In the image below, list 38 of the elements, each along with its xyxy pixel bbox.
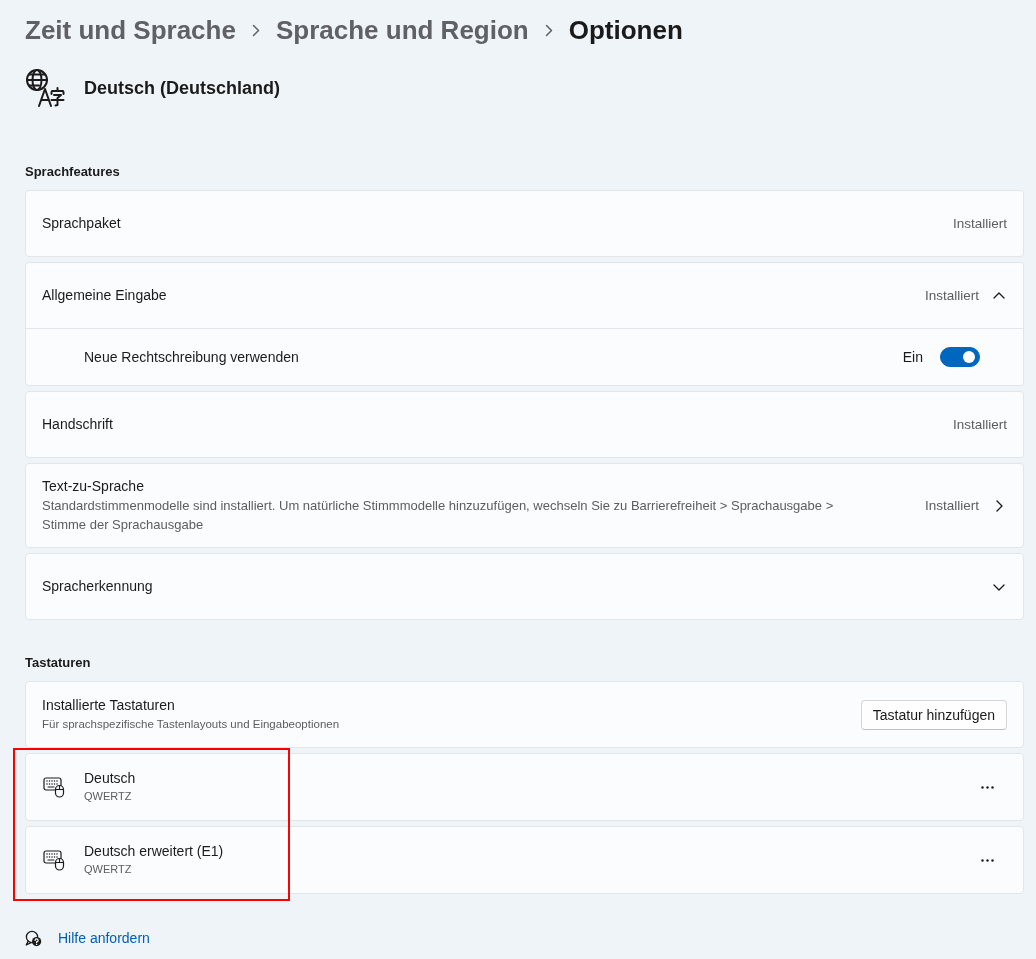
page-title: Optionen bbox=[568, 14, 683, 47]
keyboard-layout: QWERTZ bbox=[84, 789, 133, 804]
status-text: Installiert bbox=[924, 498, 979, 513]
status-text: Installiert bbox=[924, 288, 979, 303]
language-name: Deutsch (Deutschland) bbox=[84, 77, 281, 99]
setting-description: Für sprachspezifische Tastenlayouts und Eingabeoptionen bbox=[42, 717, 341, 732]
section-heading: Sprachfeatures bbox=[25, 163, 121, 181]
setting-card[interactable]: Text-zu-Sprache Standardstimmenmodelle sind installiert. Um natürliche Stimmmodelle hinzuzufügen, wechseln Sie zu Barrierefreiheit > Sprachausgabe > Stimme der Sprachausgabe Installiert bbox=[25, 463, 1024, 548]
setting-label: Handschrift bbox=[42, 415, 114, 434]
keyboard-name: Deutsch erweitert (E1) bbox=[84, 842, 225, 861]
setting-label: Installierte Tastaturen bbox=[42, 696, 176, 715]
more-icon bbox=[980, 858, 994, 862]
expander-card[interactable]: Spracherkennung bbox=[25, 553, 1024, 620]
setting-label: Sprachpaket bbox=[42, 214, 122, 233]
breadcrumb-link[interactable]: Sprache und Region bbox=[275, 12, 529, 48]
add-keyboard-button[interactable]: Tastatur hinzufügen bbox=[860, 699, 1007, 730]
expander-card[interactable]: Allgemeine Eingabe Installiert Neue Rechtschreibung verwenden Ein bbox=[25, 262, 1024, 386]
setting-label: Allgemeine Eingabe bbox=[42, 286, 168, 305]
setting-description: Standardstimmenmodelle sind installiert. Um natürliche Stimmmodelle hinzuzufügen, wechseln Sie zu Barrierefreiheit > Sprachausgabe > Stimme der Sprachausgabe bbox=[42, 497, 835, 534]
more-icon bbox=[980, 785, 994, 789]
help-link[interactable]: Hilfe anfordern bbox=[58, 930, 150, 946]
setting-label: Neue Rechtschreibung verwenden bbox=[84, 347, 300, 367]
state-label: Ein bbox=[902, 349, 923, 365]
status-text: Installiert bbox=[952, 417, 1007, 432]
breadcrumb-link[interactable]: Zeit und Sprache bbox=[25, 12, 236, 48]
chevron-right-icon bbox=[251, 23, 260, 37]
keyboard-mouse-icon bbox=[43, 849, 65, 871]
keyboard-name: Deutsch bbox=[84, 769, 137, 788]
toggle-switch[interactable] bbox=[940, 347, 980, 367]
keyboard-mouse-icon bbox=[43, 776, 65, 798]
setting-label: Text-zu-Sprache bbox=[42, 477, 145, 496]
chevron-right-icon bbox=[544, 23, 553, 37]
setting-label: Spracherkennung bbox=[42, 577, 154, 596]
section-heading: Tastaturen bbox=[25, 654, 92, 672]
keyboard-layout: QWERTZ bbox=[84, 862, 133, 877]
status-text: Installiert bbox=[952, 216, 1007, 231]
help-icon bbox=[25, 929, 42, 947]
language-icon bbox=[25, 68, 65, 108]
